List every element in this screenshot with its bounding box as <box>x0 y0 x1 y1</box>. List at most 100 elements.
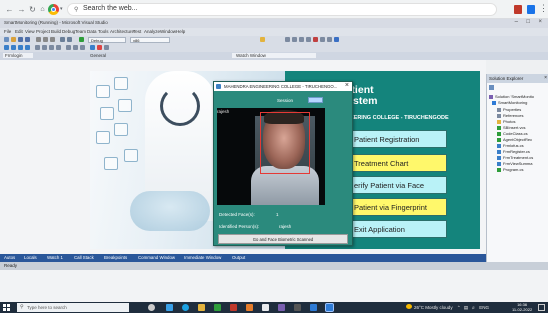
menu-test[interactable]: Test <box>133 29 141 34</box>
scan-button[interactable]: Go and Face Biometric Scanned <box>218 234 348 244</box>
maximize-icon[interactable]: □ <box>526 19 530 25</box>
edge-browser-icon[interactable] <box>182 304 189 311</box>
volume-icon[interactable]: ♬ <box>471 305 476 310</box>
format-4-icon[interactable] <box>56 45 61 50</box>
menu-architecture[interactable]: Architecture <box>110 29 134 34</box>
tab-watch-1[interactable]: Watch 1 <box>47 255 63 260</box>
solution-node[interactable]: Solution 'SmartMonito <box>489 94 534 99</box>
file-node[interactable]: Frmlofus.cs <box>497 143 524 148</box>
properties-node[interactable]: Properties <box>497 107 521 112</box>
language-indicator[interactable]: ENG <box>479 305 489 310</box>
copy-icon[interactable] <box>43 37 48 42</box>
toolbar-tool-3-icon[interactable] <box>299 37 304 42</box>
visual-studio-icon[interactable] <box>278 304 285 311</box>
running-app-icon[interactable] <box>325 303 334 312</box>
file-node[interactable]: FrmViewSumma <box>497 161 533 166</box>
open-folder-icon[interactable] <box>11 37 16 42</box>
taskbar-search-box[interactable]: ⚲ Type here to search <box>17 303 129 312</box>
file-explorer-icon[interactable] <box>198 304 205 311</box>
verify-fingerprint-button[interactable]: Patient via Fingerprint <box>347 198 447 216</box>
doc-tab-right[interactable]: Watch Window <box>232 53 316 58</box>
toolbar-tool-2-icon[interactable] <box>292 37 297 42</box>
format-7-icon[interactable] <box>80 45 85 50</box>
address-bar[interactable]: ⚲ Search the web... <box>67 3 497 16</box>
dialog-close-icon[interactable]: × <box>345 82 349 89</box>
app-1-icon[interactable] <box>246 304 253 311</box>
mail-icon[interactable] <box>230 304 237 311</box>
windows-start-icon[interactable] <box>3 304 10 311</box>
photos-folder-node[interactable]: Photos <box>497 119 515 124</box>
session-input[interactable] <box>308 97 323 103</box>
app-3-icon[interactable] <box>310 304 317 311</box>
menu-window[interactable]: Window <box>160 29 176 34</box>
format-1-icon[interactable] <box>35 45 40 50</box>
chrome-taskbar-icon[interactable] <box>262 304 269 311</box>
tab-autos[interactable]: Autos <box>4 255 15 260</box>
layout-align-top-icon[interactable] <box>25 45 30 50</box>
format-8-icon[interactable] <box>90 45 95 50</box>
toolbar-tool-1-icon[interactable] <box>285 37 290 42</box>
undo-icon[interactable] <box>60 37 65 42</box>
project-node[interactable]: SmartMonitoring <box>492 100 527 105</box>
file-node[interactable]: FrmRegister.cs <box>497 149 530 154</box>
menu-edit[interactable]: Edit <box>15 29 23 34</box>
dropdown-caret-icon[interactable]: ▾ <box>60 6 63 12</box>
format-9-icon[interactable] <box>97 45 102 50</box>
task-view-icon[interactable] <box>166 304 173 311</box>
platform-dropdown[interactable]: x86 <box>130 37 170 43</box>
save-icon[interactable] <box>18 37 23 42</box>
pin-icon[interactable]: × <box>544 75 547 81</box>
menu-tools[interactable]: Tools <box>98 29 109 34</box>
toolbar-tool-7-icon[interactable] <box>327 37 332 42</box>
menu-debug[interactable]: Debug <box>62 29 75 34</box>
format-5-icon[interactable] <box>66 45 71 50</box>
cut-icon[interactable] <box>36 37 41 42</box>
chrome-logo-icon[interactable] <box>48 4 59 15</box>
layout-align-center-icon[interactable] <box>11 45 16 50</box>
home-icon[interactable]: ⌂ <box>37 4 48 15</box>
taskbar-clock[interactable]: 16:36 11-02-2022 <box>512 302 532 312</box>
close-icon[interactable]: × <box>538 19 542 25</box>
more-icon[interactable]: ⋮ <box>539 3 548 14</box>
toolbar-tool-6-icon[interactable] <box>320 37 325 42</box>
new-project-icon[interactable] <box>4 37 9 42</box>
menu-file[interactable]: File <box>4 29 11 34</box>
menu-data[interactable]: Data <box>87 29 97 34</box>
format-10-icon[interactable] <box>104 45 109 50</box>
format-6-icon[interactable] <box>73 45 78 50</box>
file-node[interactable]: FrmTreatment.cs <box>497 155 533 160</box>
menu-team[interactable]: Team <box>75 29 86 34</box>
tab-call-stack[interactable]: Call Stack <box>74 255 94 260</box>
extension-icon[interactable] <box>527 5 535 14</box>
format-2-icon[interactable] <box>42 45 47 50</box>
properties-icon[interactable] <box>489 85 494 90</box>
doc-tab-center[interactable]: General <box>90 53 106 58</box>
file-node[interactable]: Program.cs <box>497 167 523 172</box>
tab-output[interactable]: Output <box>232 255 245 260</box>
file-node[interactable]: CodeClass.cs <box>497 131 528 136</box>
forward-arrow-icon[interactable]: → <box>16 4 27 15</box>
layout-align-left-icon[interactable] <box>4 45 9 50</box>
menu-project[interactable]: Project <box>36 29 50 34</box>
app-2-icon[interactable] <box>294 304 301 311</box>
tab-breakpoints[interactable]: Breakpoints <box>104 255 127 260</box>
notification-icon[interactable] <box>538 304 545 311</box>
tab-immediate-window[interactable]: Immediate Window <box>184 255 221 260</box>
configuration-dropdown[interactable]: Debug <box>88 37 126 43</box>
back-arrow-icon[interactable]: ← <box>4 4 15 15</box>
cortana-icon[interactable] <box>148 304 155 311</box>
patient-registration-button[interactable]: Patient Registration <box>347 130 447 148</box>
start-debug-icon[interactable] <box>79 37 84 42</box>
references-node[interactable]: References <box>497 113 523 118</box>
menu-view[interactable]: View <box>25 29 35 34</box>
store-icon[interactable] <box>214 304 221 311</box>
verify-face-button[interactable]: erify Patient via Face <box>347 176 447 194</box>
save-all-icon[interactable] <box>25 37 30 42</box>
treatment-chart-button[interactable]: Treatment Chart <box>347 154 447 172</box>
doc-tab-left[interactable]: Frmlogin <box>3 53 33 58</box>
menu-help[interactable]: Help <box>176 29 185 34</box>
file-node[interactable]: SBInsert.vcs <box>497 125 525 130</box>
tab-locals[interactable]: Locals <box>24 255 37 260</box>
tab-command-window[interactable]: Command Window <box>138 255 175 260</box>
toolbar-tool-8-icon[interactable] <box>334 37 339 42</box>
